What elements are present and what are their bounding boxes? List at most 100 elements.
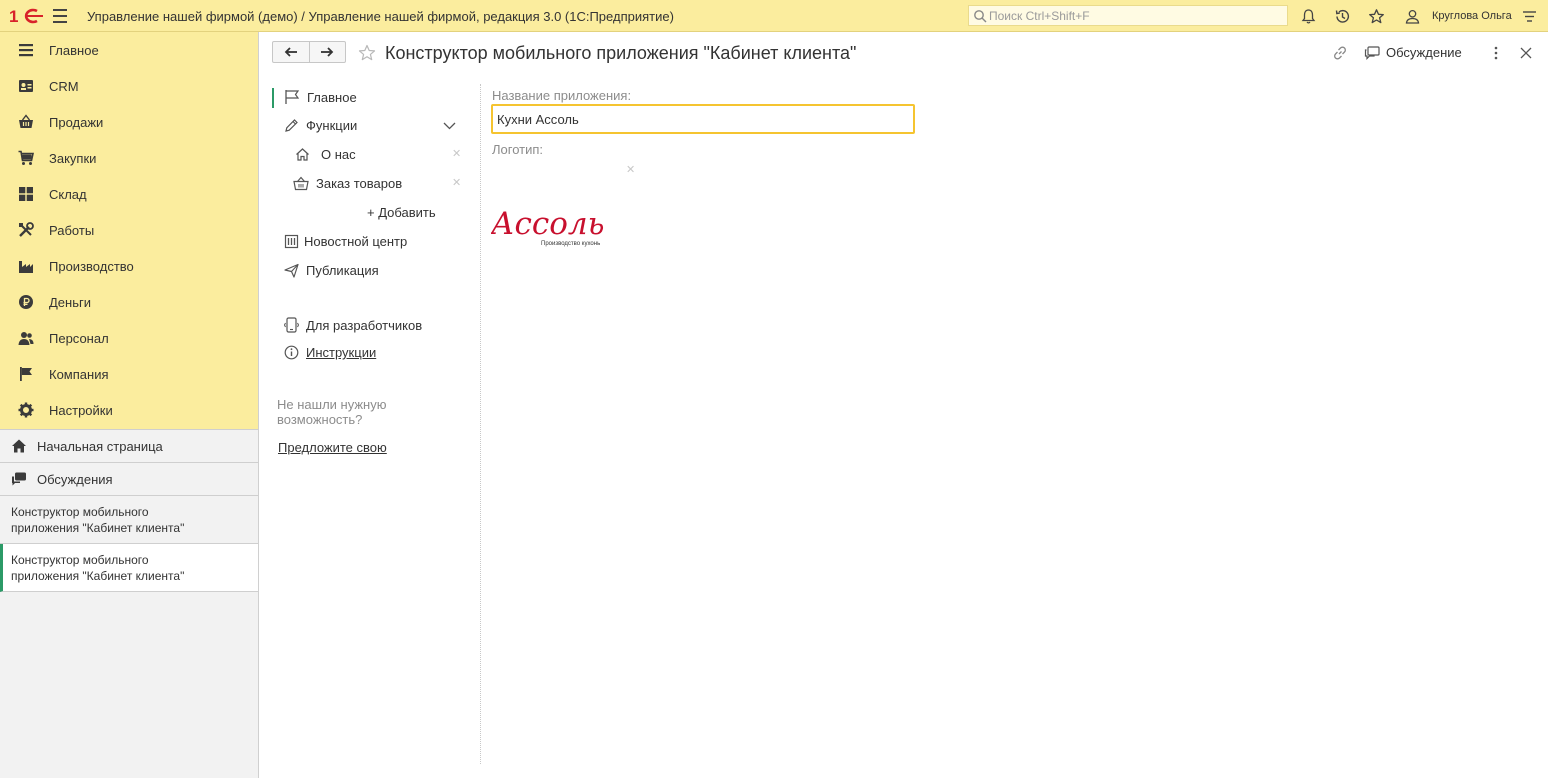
app-name-label: Название приложения: — [492, 88, 632, 103]
factory-icon — [19, 261, 33, 273]
nav-news[interactable]: Новостной центр — [284, 234, 407, 249]
open-window-line1: Конструктор мобильного — [11, 553, 149, 567]
main-menu-icon[interactable] — [53, 9, 67, 23]
add-to-favorites-star-icon[interactable] — [358, 44, 376, 62]
info-icon — [284, 345, 299, 360]
active-nav-indicator — [272, 88, 274, 108]
section-production[interactable]: Производство — [0, 248, 258, 284]
flag-icon — [20, 367, 32, 381]
discussion-label: Обсуждение — [1386, 45, 1462, 60]
add-function-label: + Добавить — [367, 205, 436, 220]
news-building-icon — [284, 234, 299, 249]
home-page-label: Начальная страница — [37, 438, 163, 454]
logo-tagline-text: Производство кухонь — [541, 241, 600, 247]
app-name-input[interactable] — [491, 104, 915, 134]
nav-about[interactable]: О нас — [295, 147, 356, 162]
home-icon — [12, 439, 26, 453]
search-icon — [974, 10, 987, 23]
people-icon — [18, 332, 34, 345]
remove-about-icon[interactable]: ✕ — [452, 147, 461, 160]
more-vertical-icon[interactable] — [1492, 45, 1500, 61]
nav-instructions-label: Инструкции — [306, 345, 377, 360]
clear-logo-icon[interactable]: ✕ — [626, 163, 635, 176]
open-window-item[interactable]: Конструктор мобильного приложения "Кабин… — [0, 496, 258, 544]
link-icon[interactable] — [1332, 45, 1348, 61]
gear-icon — [18, 402, 34, 418]
chevron-down-icon[interactable] — [443, 122, 456, 130]
section-crm[interactable]: CRM — [0, 68, 258, 104]
section-warehouse[interactable]: Склад — [0, 176, 258, 212]
nav-publish-label: Публикация — [306, 263, 379, 278]
close-icon[interactable] — [1520, 47, 1532, 59]
arrow-left-icon — [284, 47, 297, 57]
section-settings[interactable]: Настройки — [0, 392, 258, 428]
open-window-line2: приложения "Кабинет клиента" — [11, 521, 185, 535]
section-label: Производство — [49, 258, 134, 274]
section-label: Закупки — [49, 150, 97, 166]
open-window-line2: приложения "Кабинет клиента" — [11, 569, 185, 583]
nav-about-label: О нас — [321, 147, 356, 162]
form-title: Конструктор мобильного приложения "Кабин… — [385, 43, 857, 63]
nav-developers[interactable]: Для разработчиков — [284, 317, 422, 333]
section-label: Работы — [49, 222, 95, 238]
section-purchases[interactable]: Закупки — [0, 140, 258, 176]
1c-logo-icon[interactable]: 1 — [9, 7, 43, 25]
developer-phone-icon — [284, 317, 299, 333]
sections-panel: Главное CRM Продажи Закупки Склад Работы… — [0, 32, 258, 429]
settings-menu-icon[interactable] — [1521, 8, 1538, 25]
panel-divider — [480, 84, 481, 764]
arrow-right-icon — [321, 47, 334, 57]
section-works[interactable]: Работы — [0, 212, 258, 248]
favorites-star-icon[interactable] — [1368, 8, 1385, 25]
history-icon[interactable] — [1334, 8, 1351, 25]
basket-icon — [19, 114, 33, 128]
cart-icon — [18, 150, 34, 165]
open-window-line1: Конструктор мобильного — [11, 505, 149, 519]
discussion-button[interactable]: Обсуждение — [1364, 45, 1462, 60]
discussions-link[interactable]: Обсуждения — [0, 463, 258, 496]
nav-instructions[interactable]: Инструкции — [284, 345, 376, 360]
search-input[interactable] — [968, 5, 1288, 26]
logo-image[interactable]: Ассоль Производство кухонь — [489, 200, 615, 251]
home-outline-icon — [296, 148, 309, 161]
section-company[interactable]: Компания — [0, 356, 258, 392]
section-label: Компания — [49, 366, 109, 382]
nav-main-label: Главное — [307, 89, 357, 105]
section-personnel[interactable]: Персонал — [0, 320, 258, 356]
nav-functions[interactable]: Функции — [284, 118, 357, 133]
home-page-link[interactable]: Начальная страница — [0, 429, 258, 463]
app-title: Управление нашей фирмой (демо) / Управле… — [87, 9, 674, 24]
discussions-label: Обсуждения — [37, 471, 113, 487]
chat-icon — [12, 472, 26, 486]
section-sales[interactable]: Продажи — [0, 104, 258, 140]
basket-outline-icon — [293, 176, 309, 191]
nav-publish[interactable]: Публикация — [284, 263, 379, 278]
discussion-icon — [1364, 45, 1380, 60]
nav-order-label: Заказ товаров — [316, 176, 403, 191]
add-function-button[interactable]: + Добавить — [367, 205, 436, 220]
section-money[interactable]: Деньги — [0, 284, 258, 320]
warehouse-grid-icon — [19, 187, 33, 201]
back-button[interactable] — [273, 42, 309, 62]
section-label: Склад — [49, 186, 87, 202]
assol-logo: Ассоль Производство кухонь — [489, 206, 604, 247]
remove-order-icon[interactable]: ✕ — [452, 176, 461, 189]
send-paper-plane-icon — [284, 263, 299, 278]
suggest-link[interactable]: Предложите свою — [278, 440, 387, 455]
pencil-icon — [285, 119, 298, 132]
bell-icon[interactable] — [1300, 8, 1317, 25]
nav-order[interactable]: Заказ товаров — [293, 176, 402, 191]
user-name[interactable]: Круглова Ольга — [1432, 10, 1512, 22]
nav-main[interactable]: Главное — [284, 89, 357, 105]
section-label: Продажи — [49, 114, 104, 130]
menu-list-icon — [19, 44, 33, 57]
hint-text: Не нашли нужную возможность? — [277, 397, 387, 427]
forward-button[interactable] — [308, 42, 346, 62]
user-icon[interactable] — [1404, 8, 1421, 25]
contact-card-icon — [19, 80, 33, 92]
section-main[interactable]: Главное — [0, 32, 258, 68]
ruble-coin-icon — [19, 295, 33, 309]
svg-text:1: 1 — [9, 7, 18, 25]
open-window-item-active[interactable]: Конструктор мобильного приложения "Кабин… — [0, 544, 258, 592]
section-label: CRM — [49, 78, 79, 94]
